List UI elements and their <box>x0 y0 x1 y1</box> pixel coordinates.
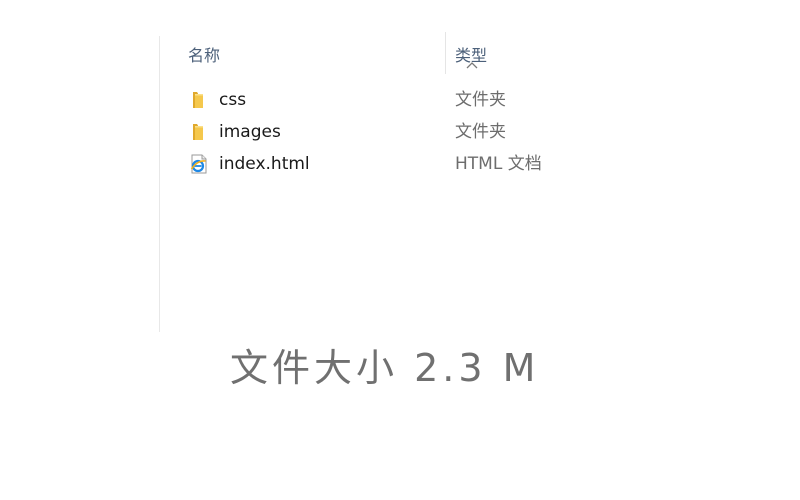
column-resize-handle[interactable] <box>445 32 446 74</box>
folder-icon <box>193 92 203 108</box>
html-document-icon <box>190 154 207 174</box>
column-header-type-label: 类型 <box>455 46 488 65</box>
column-header-name[interactable]: 名称 <box>160 32 445 76</box>
column-header-type[interactable]: 类型 <box>445 32 745 76</box>
file-row-css[interactable]: css 文件夹 <box>160 84 800 116</box>
file-row-images[interactable]: images 文件夹 <box>160 116 800 148</box>
file-row-index-html[interactable]: index.html HTML 文档 <box>160 148 800 180</box>
column-header-name-label: 名称 <box>188 46 221 65</box>
file-name: index.html <box>219 154 310 174</box>
file-name: css <box>219 90 247 110</box>
file-type: 文件夹 <box>455 122 506 142</box>
pane-divider <box>159 36 160 332</box>
file-type: 文件夹 <box>455 90 506 110</box>
file-type: HTML 文档 <box>455 154 542 174</box>
file-size-caption: 文件大小 2.3 M <box>230 346 540 390</box>
column-header-bar: 名称 类型 <box>160 32 800 76</box>
folder-icon <box>193 124 203 140</box>
file-name: images <box>219 122 281 142</box>
file-list: css 文件夹 images 文件夹 index.html HTML 文档 <box>160 84 800 180</box>
